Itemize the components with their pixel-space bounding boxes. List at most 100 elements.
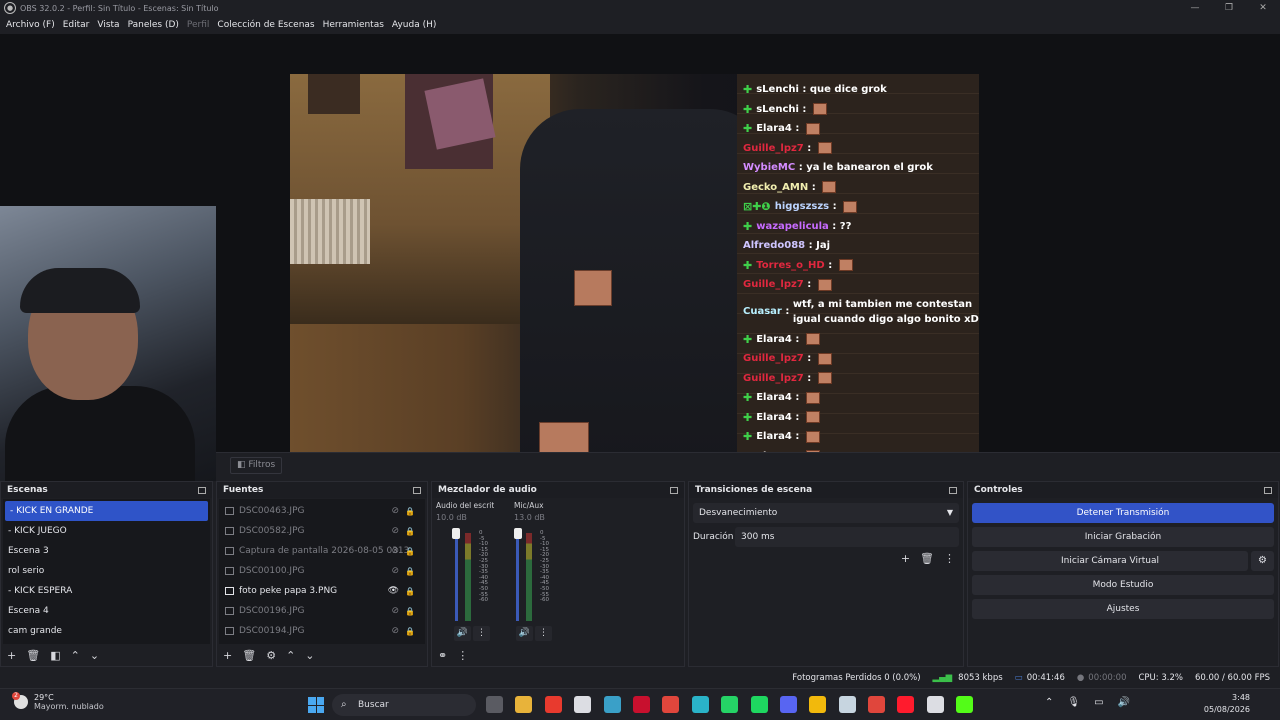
- eye-off-icon[interactable]: ⊘: [391, 506, 399, 516]
- lock-icon[interactable]: 🔒: [405, 547, 415, 556]
- menu-ayuda[interactable]: Ayuda (H): [392, 20, 436, 30]
- eye-icon[interactable]: 👁: [388, 586, 399, 596]
- taskbar-app-icon[interactable]: [926, 696, 944, 713]
- lock-icon[interactable]: 🔒: [405, 607, 415, 616]
- taskbar-search[interactable]: ⌕ Buscar: [332, 694, 476, 716]
- chevron-down-icon[interactable]: ⌄: [90, 649, 99, 662]
- virtual-camera-button[interactable]: Iniciar Cámara Virtual: [972, 551, 1248, 571]
- link-icon[interactable]: ⚭: [438, 649, 447, 662]
- fader-handle[interactable]: [514, 528, 522, 539]
- menu-herramientas[interactable]: Herramientas: [323, 20, 384, 30]
- taskbar-app-icon[interactable]: [603, 696, 621, 713]
- taskbar-app-icon[interactable]: [897, 696, 915, 713]
- scene-item[interactable]: - KICK EN GRANDE: [5, 501, 208, 521]
- lock-icon[interactable]: 🔒: [405, 627, 415, 636]
- eye-off-icon[interactable]: ⊘: [391, 606, 399, 616]
- taskbar-app-icon[interactable]: [632, 696, 650, 713]
- network-icon[interactable]: ▭: [1094, 697, 1103, 708]
- chevron-up-icon[interactable]: ⌃: [286, 649, 295, 662]
- stream-preview[interactable]: ✚ sLenchi : que dice grok ✚ sLenchi : ✚ Elar…: [290, 74, 979, 462]
- source-item[interactable]: Captura de pantalla 2026-08-05 0313 ⊘ 🔒: [219, 541, 425, 561]
- trash-icon[interactable]: 🗑: [26, 649, 40, 662]
- undock-icon[interactable]: [198, 486, 206, 494]
- source-item[interactable]: DSC00100.JPG ⊘ 🔒: [219, 561, 425, 581]
- taskbar-app-icon[interactable]: [750, 696, 768, 713]
- taskbar-app-icon[interactable]: [809, 696, 827, 713]
- minimize-button[interactable]: —: [1178, 0, 1212, 16]
- menu-paneles[interactable]: Paneles (D): [128, 20, 179, 30]
- menu-editar[interactable]: Editar: [63, 20, 90, 30]
- volume-icon[interactable]: 🔊: [1118, 697, 1130, 708]
- windows-start-icon[interactable]: [308, 697, 324, 713]
- taskbar-app-icon[interactable]: [574, 696, 592, 713]
- source-item[interactable]: DSC00463.JPG ⊘ 🔒: [219, 501, 425, 521]
- more-options-icon[interactable]: ⋮: [944, 552, 955, 565]
- studio-mode-button[interactable]: Modo Estudio: [972, 575, 1274, 595]
- taskbar-app-icon[interactable]: [662, 696, 680, 713]
- fader-handle[interactable]: [452, 528, 460, 539]
- volume-fader[interactable]: [455, 533, 458, 621]
- transition-select[interactable]: Desvanecimiento ▼: [693, 503, 959, 523]
- taskbar-app-icon[interactable]: [486, 696, 503, 713]
- chevron-up-icon[interactable]: ⌃: [71, 649, 80, 662]
- speaker-icon[interactable]: 🔊: [516, 626, 533, 641]
- scene-item[interactable]: - KICK ESPERA: [3, 581, 210, 601]
- taskbar-app-icon[interactable]: [544, 696, 562, 713]
- stop-stream-button[interactable]: Detener Transmisión: [972, 503, 1274, 523]
- chevron-up-icon[interactable]: ⌃: [1045, 697, 1053, 708]
- menu-perfil[interactable]: Perfil: [187, 20, 210, 30]
- add-icon[interactable]: +: [223, 649, 232, 662]
- taskbar-app-icon[interactable]: [721, 696, 739, 713]
- taskbar-app-icon[interactable]: [838, 696, 856, 713]
- close-button[interactable]: ✕: [1246, 0, 1280, 16]
- lock-icon[interactable]: 🔒: [405, 507, 415, 516]
- speaker-icon[interactable]: 🔊: [454, 626, 471, 641]
- weather-widget[interactable]: 2 29°C Mayorm. nublado: [12, 692, 104, 711]
- undock-icon[interactable]: [1264, 486, 1272, 494]
- taskbar-app-icon[interactable]: [779, 696, 797, 713]
- taskbar-app-icon[interactable]: [691, 696, 709, 713]
- taskbar-app-icon[interactable]: [868, 696, 886, 713]
- settings-button[interactable]: Ajustes: [972, 599, 1274, 619]
- chevron-down-icon[interactable]: ⌄: [305, 649, 314, 662]
- undock-icon[interactable]: [949, 486, 957, 494]
- taskbar-app-icon[interactable]: [956, 696, 974, 713]
- eye-off-icon[interactable]: ⊘: [391, 566, 399, 576]
- source-item[interactable]: DSC00196.JPG ⊘ 🔒: [219, 601, 425, 621]
- menu-archivo[interactable]: Archivo (F): [6, 20, 55, 30]
- microphone-icon[interactable]: 🎙: [1067, 697, 1080, 708]
- more-options-icon[interactable]: ⋮: [473, 626, 490, 641]
- source-item[interactable]: DSC00582.JPG ⊘ 🔒: [219, 521, 425, 541]
- menu-coleccion-escenas[interactable]: Colección de Escenas: [217, 20, 314, 30]
- source-item[interactable]: DSC00194.JPG ⊘ 🔒: [219, 621, 425, 641]
- more-options-icon[interactable]: ⋮: [535, 626, 552, 641]
- scene-item[interactable]: - KICK JUEGO: [3, 521, 210, 541]
- gear-icon[interactable]: ⚙: [266, 649, 276, 662]
- scene-item[interactable]: cam grande: [3, 621, 210, 641]
- scene-item[interactable]: Escena 4: [3, 601, 210, 621]
- add-icon[interactable]: +: [901, 552, 910, 565]
- eye-off-icon[interactable]: ⊘: [391, 526, 399, 536]
- start-recording-button[interactable]: Iniciar Grabación: [972, 527, 1274, 547]
- lock-icon[interactable]: 🔒: [405, 587, 415, 596]
- taskbar-clock[interactable]: 3:48 05/08/2026: [1204, 692, 1250, 716]
- virtual-camera-settings-button[interactable]: ⚙: [1251, 551, 1274, 571]
- filters-button[interactable]: ◧ Filtros: [230, 457, 283, 474]
- menu-vista[interactable]: Vista: [97, 20, 119, 30]
- lock-icon[interactable]: 🔒: [405, 567, 415, 576]
- scene-item[interactable]: rol serio: [3, 561, 210, 581]
- trash-icon[interactable]: 🗑: [920, 552, 934, 565]
- scene-item[interactable]: Escena 3: [3, 541, 210, 561]
- eye-off-icon[interactable]: ⊘: [391, 626, 399, 636]
- more-options-icon[interactable]: ⋮: [457, 649, 468, 662]
- undock-icon[interactable]: [670, 486, 678, 494]
- filter-icon[interactable]: ◧: [50, 649, 60, 662]
- maximize-button[interactable]: ❐: [1212, 0, 1246, 16]
- undock-icon[interactable]: [413, 486, 421, 494]
- add-icon[interactable]: +: [7, 649, 16, 662]
- taskbar-app-icon[interactable]: [515, 696, 533, 713]
- volume-fader[interactable]: [516, 533, 519, 621]
- trash-icon[interactable]: 🗑: [242, 649, 256, 662]
- lock-icon[interactable]: 🔒: [405, 527, 415, 536]
- source-item[interactable]: foto peke papa 3.PNG 👁 🔒: [219, 581, 425, 601]
